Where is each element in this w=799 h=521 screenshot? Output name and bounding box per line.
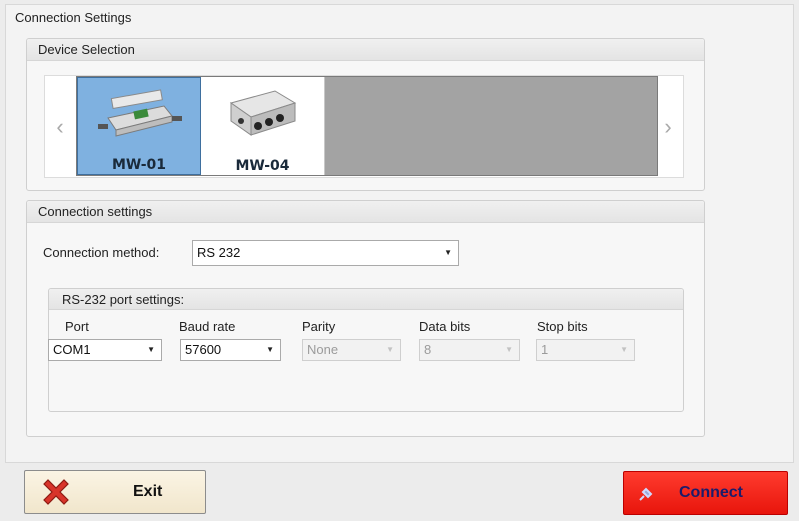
parity-select: None ▼ [302,339,401,361]
exit-button[interactable]: Exit [24,470,206,514]
data-bits-value: 8 [424,342,432,357]
connection-settings-group: Connection settings Connection method: R… [26,200,705,437]
chevron-down-icon: ▼ [444,248,452,257]
device-label-mw-04: MW-04 [235,158,290,174]
connection-settings-title: Connection settings [27,201,704,223]
close-icon [43,479,69,505]
chevron-down-icon: ▼ [386,345,394,354]
device-tile-mw-01[interactable]: MW-01 [77,77,201,175]
chevron-down-icon: ▼ [266,345,274,354]
connection-method-label: Connection method: [43,245,160,260]
data-bits-label: Data bits [419,319,471,334]
device-image-mw-01 [98,89,182,137]
device-tile-mw-04[interactable]: MW-04 [201,77,325,175]
device-selection-group: Device Selection ‹ › MW-01 MW-04 [26,38,705,191]
connect-button[interactable]: Connect [623,471,788,515]
stop-bits-label: Stop bits [537,319,588,334]
port-select[interactable]: COM1 ▼ [48,339,162,361]
baud-rate-label: Baud rate [179,319,236,334]
chevron-left-icon[interactable]: ‹ [45,76,75,177]
connection-method-value: RS 232 [197,245,241,260]
chevron-down-icon: ▼ [505,345,513,354]
window-title: Connection Settings [15,10,132,25]
device-selection-title: Device Selection [27,39,704,61]
connect-label: Connect [679,484,743,501]
stop-bits-value: 1 [541,342,549,357]
exit-label: Exit [133,483,163,500]
device-image-mw-04 [229,90,297,136]
baud-rate-select[interactable]: 57600 ▼ [180,339,281,361]
device-label-mw-01: MW-01 [111,157,167,173]
parity-label: Parity [302,319,336,334]
chevron-down-icon: ▼ [620,345,628,354]
port-label: Port [65,319,89,334]
plug-icon [639,487,653,501]
stop-bits-select: 1 ▼ [536,339,635,361]
rs232-settings-title: RS-232 port settings: [49,289,683,310]
connection-method-select[interactable]: RS 232 ▼ [192,240,459,266]
connection-settings-panel: Connection Settings Device Selection ‹ ›… [5,4,794,463]
rs232-settings-group: RS-232 port settings: Port COM1 ▼ Baud r… [48,288,684,412]
data-bits-select: 8 ▼ [419,339,520,361]
port-value: COM1 [53,342,91,357]
parity-value: None [307,342,339,357]
device-strip: MW-01 MW-04 [76,76,658,176]
baud-rate-value: 57600 [185,342,222,357]
chevron-down-icon: ▼ [147,345,155,354]
